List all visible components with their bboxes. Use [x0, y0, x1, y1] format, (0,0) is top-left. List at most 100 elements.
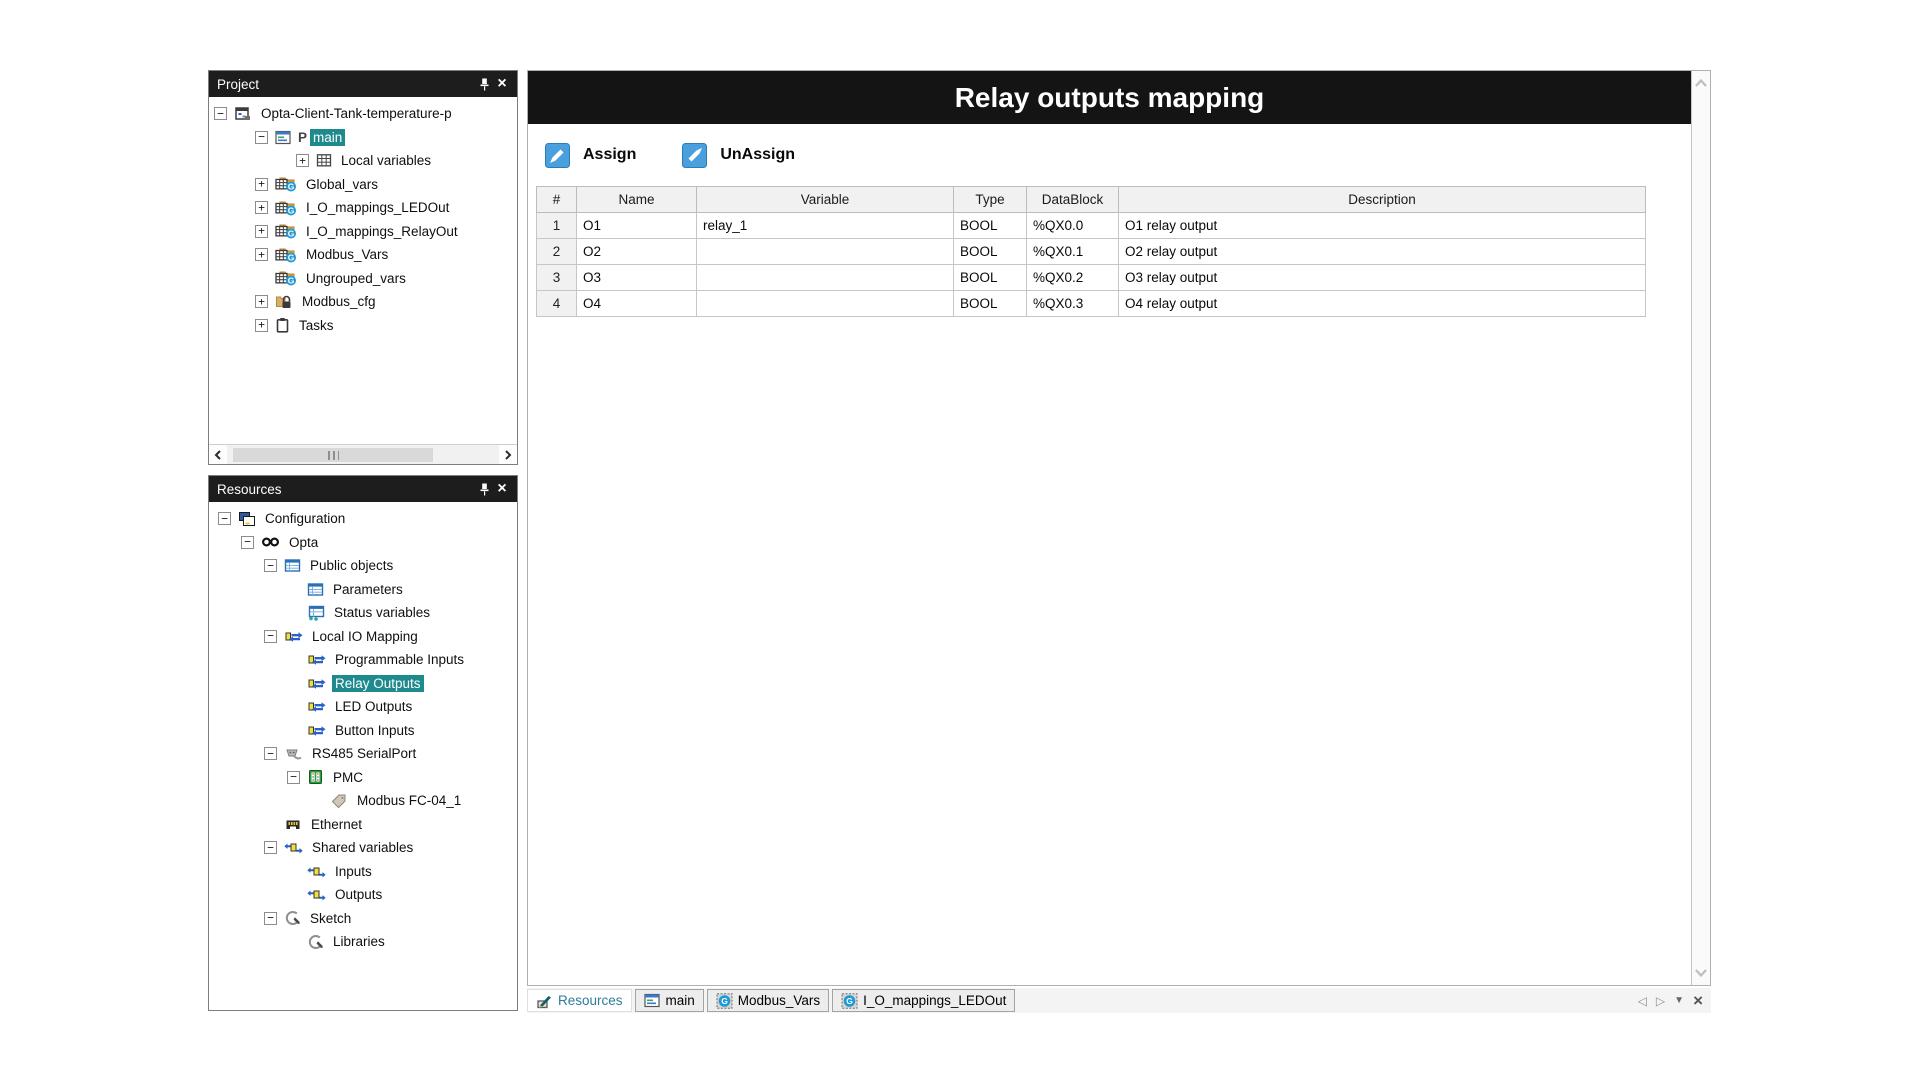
cell-description[interactable]: O3 relay output — [1119, 265, 1646, 291]
scroll-right-icon[interactable] — [499, 445, 517, 464]
tree-item-tasks[interactable]: +Tasks — [209, 314, 517, 338]
cell-name[interactable]: O3 — [577, 265, 697, 291]
row-number-cell[interactable]: 4 — [537, 291, 577, 317]
tree-item-status-variables[interactable]: Status variables — [209, 601, 517, 625]
expand-icon[interactable]: + — [296, 154, 309, 167]
tree-item-ethernet[interactable]: Ethernet — [209, 813, 517, 837]
cell-type[interactable]: BOOL — [954, 239, 1027, 265]
tree-item-label: Public objects — [307, 557, 396, 574]
unassign-button[interactable]: UnAssign — [682, 143, 795, 168]
collapse-icon[interactable]: − — [264, 912, 277, 925]
tab-close-icon[interactable]: × — [1693, 992, 1703, 1009]
tab-nav-left-icon[interactable]: ◁ — [1638, 995, 1647, 1007]
grid-icon — [316, 153, 332, 168]
tree-item-button-inputs[interactable]: Button Inputs — [209, 719, 517, 743]
tree-item-main[interactable]: −Pmain — [209, 126, 517, 150]
tree-item-local-io-mapping[interactable]: −Local IO Mapping — [209, 625, 517, 649]
pin-icon[interactable] — [475, 480, 493, 498]
project-panel-header: Project × — [209, 71, 517, 97]
tree-item-pmc[interactable]: −PMC — [209, 766, 517, 790]
scroll-thumb[interactable] — [233, 448, 433, 462]
close-icon[interactable]: × — [493, 480, 511, 498]
cell-description[interactable]: O2 relay output — [1119, 239, 1646, 265]
collapse-icon[interactable]: − — [264, 841, 277, 854]
tree-item-label: Modbus FC-04_1 — [354, 792, 464, 809]
cell-variable[interactable] — [697, 265, 954, 291]
io-mapping-icon — [307, 676, 326, 691]
row-number-cell[interactable]: 3 — [537, 265, 577, 291]
cell-datablock[interactable]: %QX0.1 — [1027, 239, 1119, 265]
tree-item-inputs[interactable]: Inputs — [209, 860, 517, 884]
tree-item-i-o-mappings-ledout[interactable]: +GI_O_mappings_LEDOut — [209, 196, 517, 220]
sketch-icon — [284, 910, 301, 926]
tab-nav-dropdown-icon[interactable]: ▼ — [1674, 996, 1684, 1006]
collapse-icon[interactable]: − — [255, 131, 268, 144]
project-hscrollbar[interactable] — [209, 444, 517, 464]
tree-item-opta-client-tank-temperature-p[interactable]: −Opta-Client-Tank-temperature-p — [209, 102, 517, 126]
pin-icon[interactable] — [475, 75, 493, 93]
expand-icon[interactable]: + — [255, 295, 268, 308]
tree-item-led-outputs[interactable]: LED Outputs — [209, 695, 517, 719]
expand-icon[interactable]: + — [255, 319, 268, 332]
tree-item-local-variables[interactable]: +Local variables — [209, 149, 517, 173]
tree-item-i-o-mappings-relayout[interactable]: +GI_O_mappings_RelayOut — [209, 220, 517, 244]
tree-item-programmable-inputs[interactable]: Programmable Inputs — [209, 648, 517, 672]
cell-type[interactable]: BOOL — [954, 265, 1027, 291]
close-icon[interactable]: × — [493, 75, 511, 93]
tree-item-modbus-cfg[interactable]: +Modbus_cfg — [209, 290, 517, 314]
cell-description[interactable]: O1 relay output — [1119, 213, 1646, 239]
collapse-icon[interactable]: − — [214, 107, 227, 120]
collapse-icon[interactable]: − — [264, 559, 277, 572]
tree-item-libraries[interactable]: Libraries — [209, 930, 517, 954]
expand-icon[interactable]: + — [255, 201, 268, 214]
tree-item-modbus-vars[interactable]: +GModbus_Vars — [209, 243, 517, 267]
tree-item-public-objects[interactable]: − Public objects — [209, 554, 517, 578]
collapse-icon[interactable]: − — [218, 512, 231, 525]
tab-navigation: ◁ ▷ ▼ × — [1638, 992, 1711, 1009]
cell-name[interactable]: O1 — [577, 213, 697, 239]
cell-type[interactable]: BOOL — [954, 213, 1027, 239]
row-number-cell[interactable]: 1 — [537, 213, 577, 239]
expand-icon[interactable]: + — [255, 178, 268, 191]
cell-datablock[interactable]: %QX0.2 — [1027, 265, 1119, 291]
tree-item-outputs[interactable]: Outputs — [209, 883, 517, 907]
tree-item-shared-variables[interactable]: −Shared variables — [209, 836, 517, 860]
expand-icon[interactable]: + — [255, 225, 268, 238]
tree-item-global-vars[interactable]: +GGlobal_vars — [209, 173, 517, 197]
cell-name[interactable]: O2 — [577, 239, 697, 265]
tab-resources[interactable]: Resources — [527, 989, 632, 1012]
tree-item-sketch[interactable]: −Sketch — [209, 907, 517, 931]
tab-nav-right-icon[interactable]: ▷ — [1656, 995, 1665, 1007]
expand-icon[interactable]: + — [255, 248, 268, 261]
tab-i-o-mappings-ledout[interactable]: GI_O_mappings_LEDOut — [832, 989, 1015, 1012]
collapse-icon[interactable]: − — [287, 771, 300, 784]
cell-variable[interactable] — [697, 291, 954, 317]
scroll-up-icon[interactable] — [1692, 79, 1710, 87]
tree-item-label: RS485 SerialPort — [309, 745, 419, 762]
vertical-scrollbar[interactable] — [1691, 71, 1710, 985]
tree-item-parameters[interactable]: Parameters — [209, 578, 517, 602]
tab-main[interactable]: main — [635, 989, 704, 1012]
collapse-icon[interactable]: − — [264, 747, 277, 760]
collapse-icon[interactable]: − — [241, 536, 254, 549]
row-number-cell[interactable]: 2 — [537, 239, 577, 265]
cell-description[interactable]: O4 relay output — [1119, 291, 1646, 317]
tree-item-rs485-serialport[interactable]: − RS485 SerialPort — [209, 742, 517, 766]
assign-button[interactable]: Assign — [545, 143, 636, 168]
cell-variable[interactable] — [697, 239, 954, 265]
cell-name[interactable]: O4 — [577, 291, 697, 317]
cell-variable[interactable]: relay_1 — [697, 213, 954, 239]
cell-type[interactable]: BOOL — [954, 291, 1027, 317]
global-vars-icon: G — [275, 270, 297, 286]
cell-datablock[interactable]: %QX0.0 — [1027, 213, 1119, 239]
tree-item-ungrouped-vars[interactable]: GUngrouped_vars — [209, 267, 517, 291]
scroll-down-icon[interactable] — [1692, 969, 1710, 977]
tree-item-modbus-fc-04-1[interactable]: Modbus FC-04_1 — [209, 789, 517, 813]
tree-item-opta[interactable]: −Opta — [209, 531, 517, 555]
tree-item-relay-outputs[interactable]: Relay Outputs — [209, 672, 517, 696]
collapse-icon[interactable]: − — [264, 630, 277, 643]
tree-item-configuration[interactable]: −Configuration — [209, 507, 517, 531]
cell-datablock[interactable]: %QX0.3 — [1027, 291, 1119, 317]
tab-modbus-vars[interactable]: GModbus_Vars — [707, 989, 829, 1012]
scroll-left-icon[interactable] — [209, 445, 227, 464]
